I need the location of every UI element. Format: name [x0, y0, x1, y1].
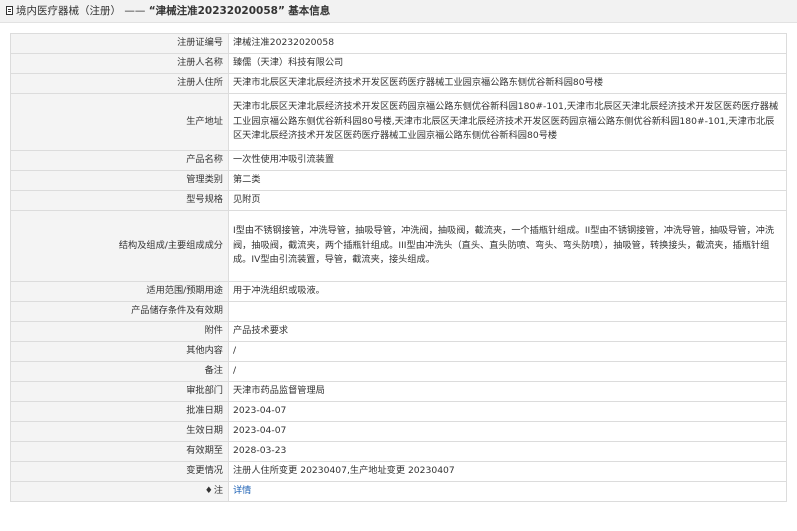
field-value: 2023-04-07	[228, 421, 787, 442]
table-row: ♦注 详情	[10, 481, 787, 502]
details-link[interactable]: 详情	[233, 485, 251, 496]
table-row: 注册人名称 臻儒（天津）科技有限公司	[10, 53, 787, 74]
field-label: 变更情况	[10, 461, 229, 482]
breadcrumb-separator: ——	[124, 5, 146, 17]
field-label: 注册人名称	[10, 53, 229, 74]
field-label: 生效日期	[10, 421, 229, 442]
field-label: 产品储存条件及有效期	[10, 301, 229, 322]
field-value: 臻儒（天津）科技有限公司	[228, 53, 787, 74]
field-label: 注册证编号	[10, 33, 229, 54]
field-value: /	[228, 341, 787, 362]
note-icon: ♦	[204, 486, 213, 497]
document-icon	[6, 6, 13, 15]
field-label: 生产地址	[10, 93, 229, 151]
field-label: 有效期至	[10, 441, 229, 462]
field-value: 用于冲洗组织或吸液。	[228, 281, 787, 302]
table-row: 型号规格 见附页	[10, 190, 787, 211]
note-label: 注	[213, 485, 223, 497]
field-value: 2028-03-23	[228, 441, 787, 462]
basic-info-table: 注册证编号 津械注准20232020058 注册人名称 臻儒（天津）科技有限公司…	[10, 33, 787, 502]
table-row: 产品储存条件及有效期	[10, 301, 787, 322]
table-row: 变更情况 注册人住所变更 20230407,生产地址变更 20230407	[10, 461, 787, 482]
breadcrumb-category: 境内医疗器械（注册）	[16, 5, 121, 17]
field-value: 2023-04-07	[228, 401, 787, 422]
table-row: 适用范围/预期用途 用于冲洗组织或吸液。	[10, 281, 787, 302]
page-header: 境内医疗器械（注册） —— “津械注准20232020058” 基本信息	[0, 0, 797, 23]
field-value: 一次性使用冲吸引流装置	[228, 150, 787, 171]
field-value: 见附页	[228, 190, 787, 211]
field-label: 批准日期	[10, 401, 229, 422]
field-label: 型号规格	[10, 190, 229, 211]
table-row: 产品名称 一次性使用冲吸引流装置	[10, 150, 787, 171]
field-value: 津械注准20232020058	[228, 33, 787, 54]
table-row: 审批部门 天津市药品监督管理局	[10, 381, 787, 402]
table-row: 附件 产品技术要求	[10, 321, 787, 342]
field-label: 适用范围/预期用途	[10, 281, 229, 302]
field-value: I型由不锈钢接管，冲洗导管，抽吸导管，冲洗阀，抽吸阀，截流夹，一个插瓶针组成。I…	[228, 210, 787, 282]
field-label: 审批部门	[10, 381, 229, 402]
field-value	[228, 301, 787, 322]
field-value: 产品技术要求	[228, 321, 787, 342]
table-row: 生产地址 天津市北辰区天津北辰经济技术开发区医药园京福公路东侧优谷新科园180#…	[10, 93, 787, 151]
field-label: 备注	[10, 361, 229, 382]
field-value: 天津市北辰区天津北辰经济技术开发区医药园京福公路东侧优谷新科园180#-101,…	[228, 93, 787, 151]
record-title: “津械注准20232020058”	[148, 5, 285, 17]
table-row: 管理类别 第二类	[10, 170, 787, 191]
table-row: 备注 /	[10, 361, 787, 382]
note-value-cell: 详情	[228, 481, 787, 502]
table-row: 注册证编号 津械注准20232020058	[10, 33, 787, 54]
field-value: 天津市北辰区天津北辰经济技术开发区医药医疗器械工业园京福公路东侧优谷新科园80号…	[228, 73, 787, 94]
field-label: 附件	[10, 321, 229, 342]
field-value: /	[228, 361, 787, 382]
field-value: 注册人住所变更 20230407,生产地址变更 20230407	[228, 461, 787, 482]
field-label: 管理类别	[10, 170, 229, 191]
table-row: 生效日期 2023-04-07	[10, 421, 787, 442]
field-label: 结构及组成/主要组成成分	[10, 210, 229, 282]
field-label: 注册人住所	[10, 73, 229, 94]
content-area: 注册证编号 津械注准20232020058 注册人名称 臻儒（天津）科技有限公司…	[0, 23, 797, 502]
field-value: 第二类	[228, 170, 787, 191]
table-row: 注册人住所 天津市北辰区天津北辰经济技术开发区医药医疗器械工业园京福公路东侧优谷…	[10, 73, 787, 94]
table-row: 其他内容 /	[10, 341, 787, 362]
field-label: 产品名称	[10, 150, 229, 171]
note-label-cell: ♦注	[10, 481, 229, 502]
field-value: 天津市药品监督管理局	[228, 381, 787, 402]
field-label: 其他内容	[10, 341, 229, 362]
record-title-suffix: 基本信息	[288, 5, 331, 17]
table-row: 结构及组成/主要组成成分 I型由不锈钢接管，冲洗导管，抽吸导管，冲洗阀，抽吸阀，…	[10, 210, 787, 282]
table-row: 有效期至 2028-03-23	[10, 441, 787, 462]
table-row: 批准日期 2023-04-07	[10, 401, 787, 422]
